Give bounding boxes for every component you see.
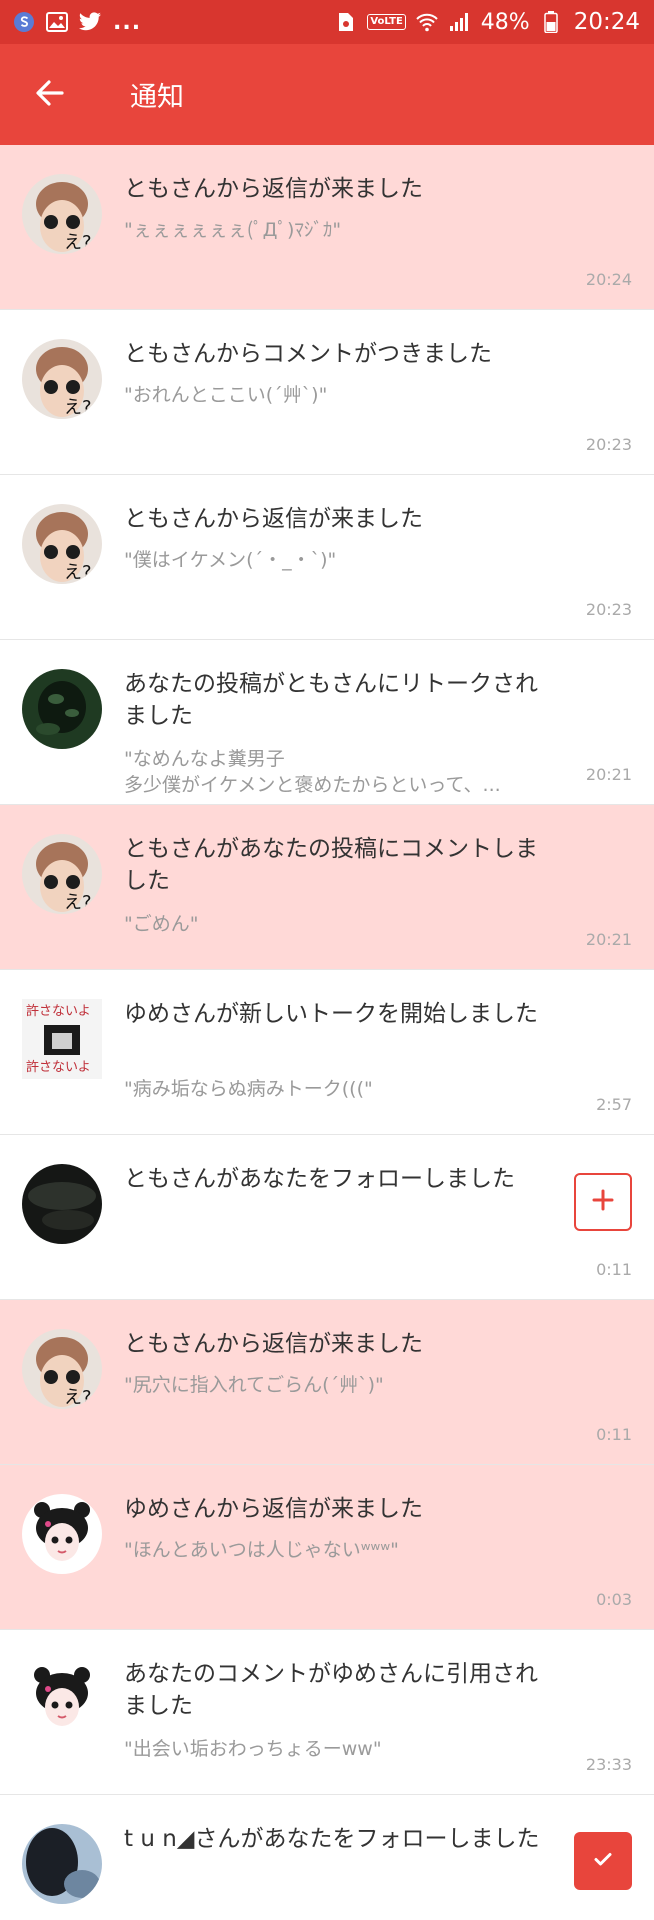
- notification-row[interactable]: 許さないよ 許さないよ ゆめさんが新しいトークを開始しました "病み垢ならぬ病みト…: [0, 970, 654, 1135]
- avatar[interactable]: [22, 669, 102, 749]
- notification-title: ゆめさんが新しいトークを開始しました: [124, 1001, 538, 1027]
- status-time: 20:24: [573, 9, 640, 35]
- notification-snippet: "病み垢ならぬ病みトーク(((": [124, 1078, 373, 1100]
- notification-title: あなたの投稿がともさんにリトークされました: [124, 671, 538, 729]
- notification-time: 20:23: [585, 435, 632, 454]
- volte-icon: VoLTE: [367, 14, 406, 30]
- following-button[interactable]: [574, 1832, 632, 1890]
- notification-row[interactable]: ともさんがあなたをフォローしました 0:11: [0, 1135, 654, 1300]
- notification-row[interactable]: え? ともさんから返信が来ました "尻穴に指入れてごらん(´艸`)" 0:11: [0, 1300, 654, 1465]
- notification-title: ともさんがあなたをフォローしました: [124, 1166, 515, 1192]
- svg-text:え?: え?: [64, 232, 92, 253]
- notification-list: え? ともさんから返信が来ました "ぇぇぇぇぇぇ(ﾟДﾟ)ﾏｼﾞｶ" 20:24…: [0, 145, 654, 1920]
- check-icon: [591, 1847, 615, 1875]
- notification-title: ともさんから返信が来ました: [124, 176, 423, 202]
- gallery-icon: [45, 10, 69, 34]
- notification-row[interactable]: ゆめさんから返信が来ました "ほんとあいつは人じゃないʷʷʷ" 0:03: [0, 1465, 654, 1630]
- notification-row[interactable]: え? ともさんがあなたの投稿にコメントしました "ごめん" 20:21: [0, 805, 654, 970]
- notification-snippet: "僕はイケメン(´・_・`)": [124, 549, 337, 571]
- notification-snippet: "ぇぇぇぇぇぇ(ﾟДﾟ)ﾏｼﾞｶ": [124, 219, 342, 241]
- svg-text:え?: え?: [64, 1387, 92, 1408]
- follow-button[interactable]: [574, 1173, 632, 1231]
- status-bar: ... VoLTE 48% 20:24: [0, 0, 654, 44]
- notification-snippet: "なめんなよ糞男子 多少僕がイケメンと褒めたからといって、...: [124, 748, 501, 796]
- app-bar: 通知: [0, 44, 654, 145]
- notification-title: ともさんがあなたの投稿にコメントしました: [124, 836, 538, 894]
- app-s-icon: [12, 10, 36, 34]
- notification-title: ゆめさんから返信が来ました: [124, 1496, 423, 1522]
- notification-row[interactable]: あなたの投稿がともさんにリトークされました "なめんなよ糞男子 多少僕がイケメン…: [0, 640, 654, 805]
- back-button[interactable]: [0, 44, 100, 145]
- notification-snippet: "ごめん": [124, 913, 199, 935]
- notification-row[interactable]: え? ともさんから返信が来ました "僕はイケメン(´・_・`)" 20:23: [0, 475, 654, 640]
- avatar-caption: 許さないよ: [26, 1060, 91, 1075]
- notification-snippet: "出会い垢おわっちょるーww": [124, 1738, 382, 1760]
- notification-time: 20:23: [585, 600, 632, 619]
- avatar[interactable]: え?: [22, 339, 102, 419]
- avatar[interactable]: え?: [22, 504, 102, 584]
- avatar-caption: 許さないよ: [26, 1004, 91, 1019]
- svg-text:え?: え?: [64, 892, 92, 913]
- notification-time: 0:11: [596, 1425, 632, 1444]
- avatar[interactable]: 許さないよ 許さないよ: [22, 999, 102, 1079]
- notification-title: ともさんからコメントがつきました: [124, 341, 492, 367]
- battery-percent: 48%: [480, 9, 530, 35]
- notification-time: 20:21: [585, 765, 632, 784]
- avatar[interactable]: [22, 1164, 102, 1244]
- battery-icon: [539, 10, 563, 34]
- avatar[interactable]: え?: [22, 1329, 102, 1409]
- avatar[interactable]: [22, 1494, 102, 1574]
- notification-row[interactable]: t u n◢さんがあなたをフォローしました: [0, 1795, 654, 1920]
- twitter-icon: [78, 10, 102, 34]
- sim-icon: [334, 10, 358, 34]
- signal-icon: [448, 10, 472, 34]
- notification-row[interactable]: え? ともさんから返信が来ました "ぇぇぇぇぇぇ(ﾟДﾟ)ﾏｼﾞｶ" 20:24: [0, 145, 654, 310]
- notification-row[interactable]: え? ともさんからコメントがつきました "おれんとここい(´艸`)" 20:23: [0, 310, 654, 475]
- overflow-indicator: ...: [113, 9, 142, 35]
- notification-time: 23:33: [585, 1755, 632, 1774]
- avatar[interactable]: え?: [22, 174, 102, 254]
- avatar[interactable]: え?: [22, 834, 102, 914]
- notification-time: 2:57: [596, 1095, 632, 1114]
- plus-icon: [591, 1188, 615, 1216]
- notification-row[interactable]: あなたのコメントがゆめさんに引用されました "出会い垢おわっちょるーww" 23…: [0, 1630, 654, 1795]
- notification-snippet: "尻穴に指入れてごらん(´艸`)": [124, 1374, 384, 1396]
- arrow-left-icon: [34, 77, 66, 113]
- notification-title: t u n◢さんがあなたをフォローしました: [124, 1826, 540, 1852]
- notification-time: 0:03: [596, 1590, 632, 1609]
- avatar[interactable]: [22, 1659, 102, 1739]
- avatar[interactable]: [22, 1824, 102, 1904]
- notification-time: 0:11: [596, 1260, 632, 1279]
- notification-snippet: "おれんとここい(´艸`)": [124, 384, 328, 406]
- notification-title: ともさんから返信が来ました: [124, 1331, 423, 1357]
- svg-text:え?: え?: [64, 562, 92, 583]
- wifi-icon: [415, 10, 439, 34]
- page-title: 通知: [130, 82, 184, 113]
- notification-title: あなたのコメントがゆめさんに引用されました: [124, 1661, 538, 1719]
- notification-snippet: "ほんとあいつは人じゃないʷʷʷ": [124, 1539, 399, 1561]
- notification-time: 20:21: [585, 930, 632, 949]
- notification-time: 20:24: [585, 270, 632, 289]
- notification-title: ともさんから返信が来ました: [124, 506, 423, 532]
- svg-text:え?: え?: [64, 397, 92, 418]
